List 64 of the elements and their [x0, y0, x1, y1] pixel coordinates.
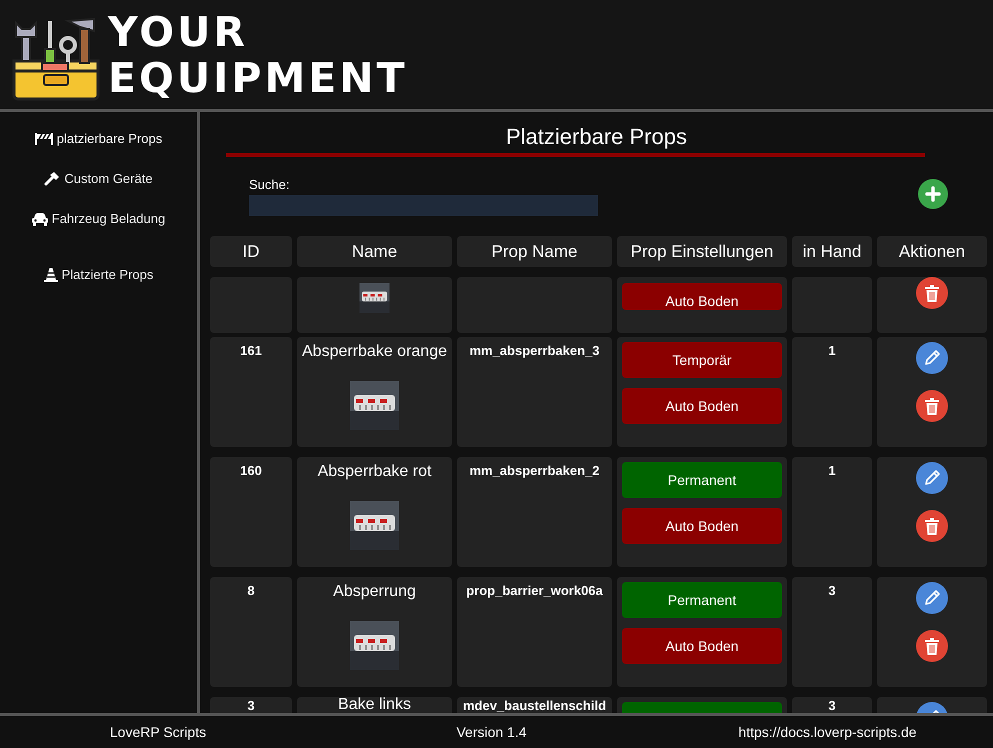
column-header: Aktionen: [877, 236, 987, 267]
edit-button[interactable]: [916, 582, 948, 614]
car-icon: [32, 212, 48, 226]
pencil-icon: [923, 469, 941, 487]
edit-button[interactable]: [916, 342, 948, 374]
setting-toggle[interactable]: Permanent: [622, 462, 782, 498]
delete-button[interactable]: [916, 510, 948, 542]
trash-icon: [925, 398, 939, 414]
sidebar-item[interactable]: platzierbare Props: [34, 128, 162, 150]
trash-icon: [925, 518, 939, 534]
edit-button[interactable]: [916, 462, 948, 494]
cell-text: 3: [828, 698, 836, 713]
column-header: Name: [297, 236, 452, 267]
search-label: Suche:: [249, 177, 290, 193]
cell-text: Absperrbake orange: [302, 342, 447, 362]
setting-toggle[interactable]: Temporär: [622, 342, 782, 378]
cell-text: prop_barrier_work06a: [466, 583, 603, 598]
search-field[interactable]: [249, 195, 598, 216]
barrier-thumbnail: [350, 501, 399, 550]
cell-text: 3: [247, 698, 255, 713]
version-label: Version 1.4: [455, 722, 528, 742]
setting-toggle[interactable]: Auto Boden: [622, 283, 782, 310]
cell-text: Absperrung: [333, 582, 416, 602]
setting-toggle[interactable]: Auto Boden: [622, 628, 782, 664]
setting-toggle[interactable]: Auto Boden: [622, 508, 782, 544]
barrier-icon: [34, 133, 53, 145]
add-button[interactable]: [918, 179, 948, 209]
column-header: ID: [210, 236, 292, 267]
trash-icon: [925, 638, 939, 654]
cell-text: mm_absperrbaken_2: [469, 463, 600, 478]
hammer-icon: [44, 172, 60, 186]
cell-text: 1: [828, 463, 836, 478]
cell-text: Bake links: [338, 697, 411, 713]
footer-credit: LoveRP Scripts: [108, 722, 208, 742]
barrier-thumbnail: [350, 621, 399, 670]
pencil-icon: [923, 589, 941, 607]
setting-toggle[interactable]: Permanent: [622, 582, 782, 618]
sidebar-item[interactable]: Custom Geräte: [44, 168, 153, 190]
cell-text: Absperrbake rot: [318, 462, 432, 482]
app-title: YOUR: [108, 8, 249, 54]
column-header: Prop Einstellungen: [617, 236, 787, 267]
delete-button[interactable]: [916, 277, 948, 309]
cell-text: mdev_baustellenschild: [462, 698, 606, 713]
docs-link[interactable]: https://docs.loverp-scripts.de: [662, 722, 993, 742]
column-header: Prop Name: [457, 236, 612, 267]
trash-icon: [925, 284, 939, 302]
delete-button[interactable]: [916, 390, 948, 422]
cell-text: 1: [828, 343, 836, 358]
delete-button[interactable]: [916, 630, 948, 662]
plus-icon: [925, 186, 941, 202]
cell-text: mm_absperrbaken_3: [469, 343, 600, 358]
pencil-icon: [923, 349, 941, 367]
cell-text: 8: [247, 583, 255, 598]
cell-text: 161: [240, 343, 262, 358]
cell-text: 160: [240, 463, 262, 478]
sidebar-item[interactable]: Fahrzeug Beladung: [32, 208, 166, 230]
page-title: Platzierbare Props: [506, 124, 687, 150]
sidebar-item[interactable]: Platzierte Props: [44, 264, 154, 286]
cone-icon: [44, 268, 58, 282]
column-header: in Hand: [792, 236, 872, 267]
barrier-thumbnail: [350, 381, 399, 430]
setting-toggle[interactable]: Auto Boden: [622, 388, 782, 424]
cell-text: 3: [828, 583, 836, 598]
app-title: EQUIPMENT: [108, 54, 408, 100]
